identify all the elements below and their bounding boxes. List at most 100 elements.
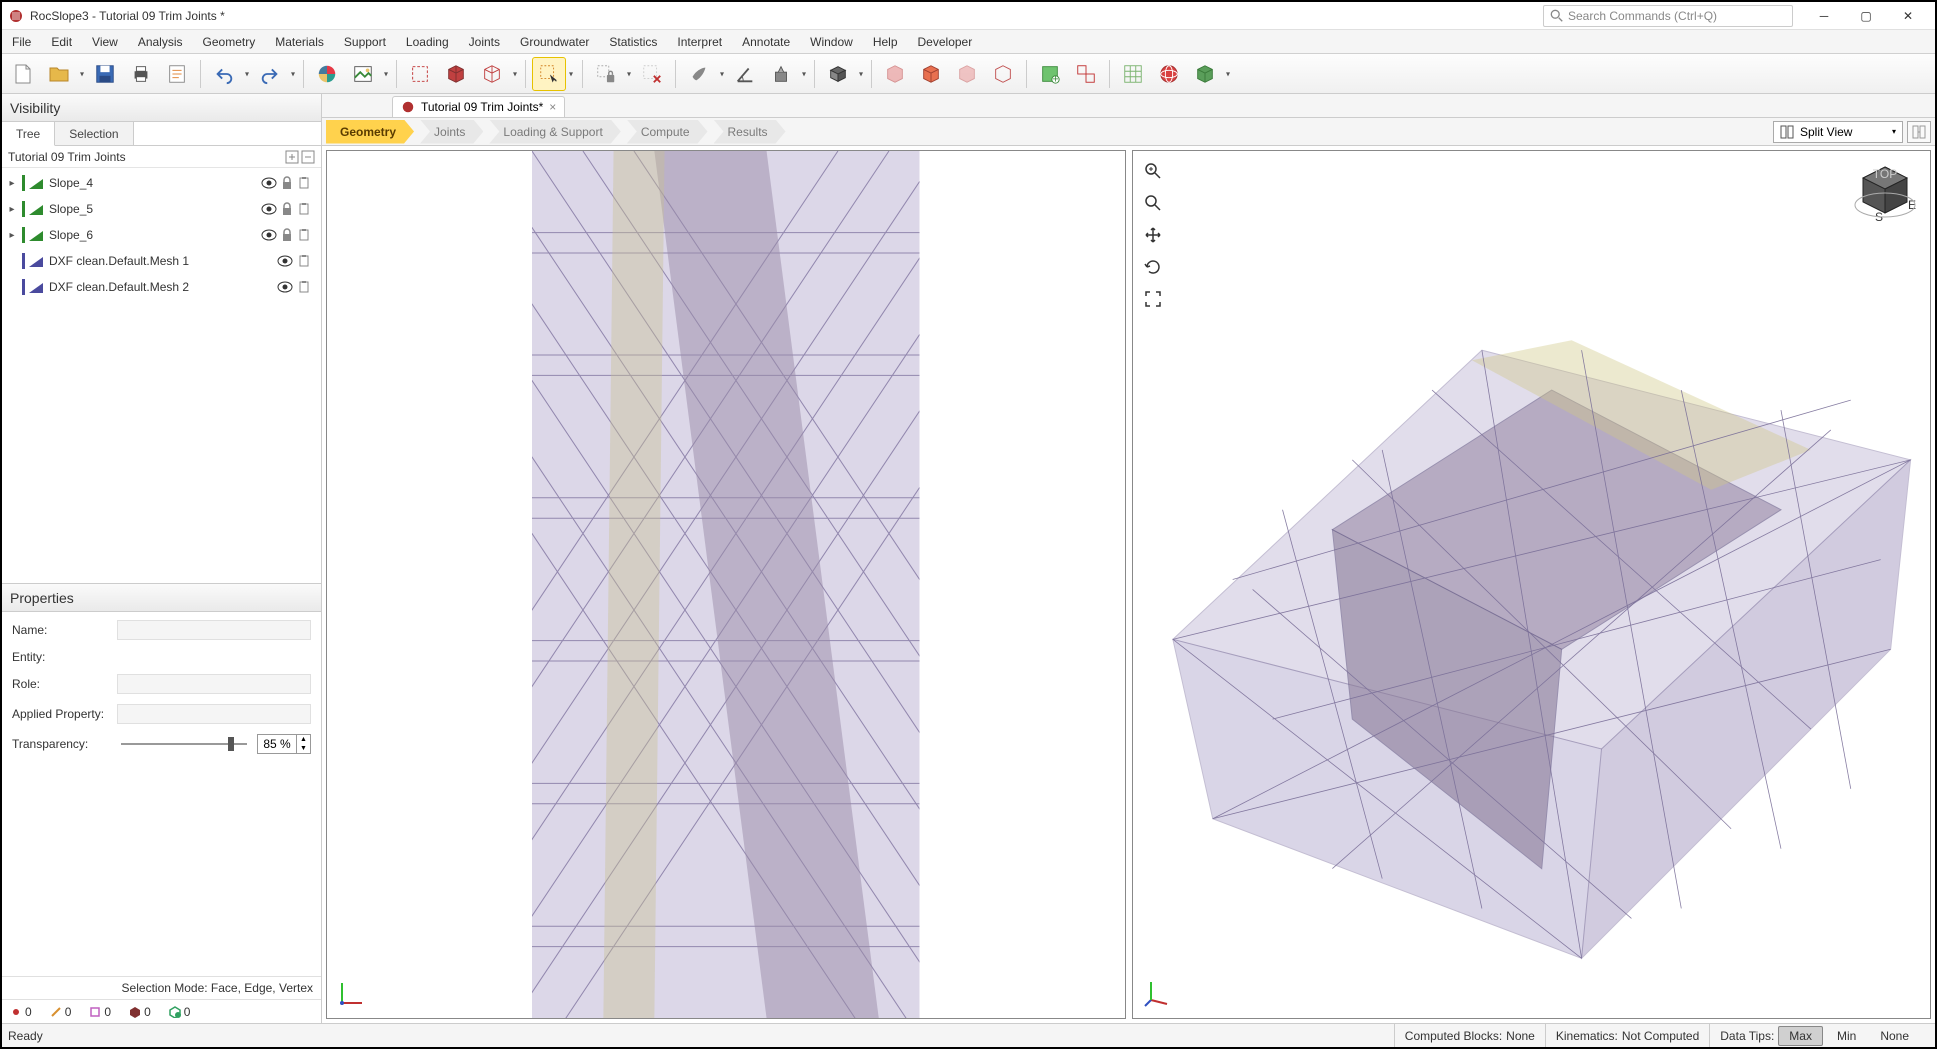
tree-item[interactable]: ▸Slope_4 xyxy=(2,170,321,196)
globe-button[interactable] xyxy=(1152,57,1186,91)
expand-icon[interactable]: ▸ xyxy=(6,178,18,189)
count-chip: 0 xyxy=(89,1005,111,1019)
eye-icon[interactable] xyxy=(277,255,293,267)
tree-item[interactable]: DXF clean.Default.Mesh 1 xyxy=(2,248,321,274)
navigation-cube[interactable]: TOP S E xyxy=(1850,159,1920,229)
viewport-right[interactable]: TOP S E xyxy=(1132,150,1932,1019)
doc-tab-close[interactable]: × xyxy=(549,100,556,114)
eye-icon[interactable] xyxy=(261,177,277,189)
color-wheel-button[interactable] xyxy=(310,57,344,91)
menu-loading[interactable]: Loading xyxy=(396,30,459,53)
undo-button[interactable]: ▾ xyxy=(207,57,241,91)
save-button[interactable] xyxy=(88,57,122,91)
menu-view[interactable]: View xyxy=(82,30,128,53)
block-4-button[interactable] xyxy=(986,57,1020,91)
data-tips-min-button[interactable]: Min xyxy=(1827,1027,1866,1045)
menu-joints[interactable]: Joints xyxy=(459,30,510,53)
tree-item[interactable]: ▸Slope_6 xyxy=(2,222,321,248)
pan-tool[interactable] xyxy=(1141,223,1165,247)
transparency-spinbox[interactable]: 85 % ▲▼ xyxy=(257,734,311,754)
menu-annotate[interactable]: Annotate xyxy=(732,30,800,53)
green-cube-button[interactable]: ▾ xyxy=(1188,57,1222,91)
lock-icon[interactable] xyxy=(281,202,293,216)
window-close-button[interactable]: ✕ xyxy=(1887,5,1929,27)
redo-button[interactable]: ▾ xyxy=(253,57,287,91)
extrude-button[interactable]: ▾ xyxy=(764,57,798,91)
expand-all-icon[interactable] xyxy=(285,150,299,164)
menu-support[interactable]: Support xyxy=(334,30,396,53)
stage-loading-support[interactable]: Loading & Support xyxy=(489,120,620,144)
paint-button[interactable]: ▾ xyxy=(682,57,716,91)
eye-icon[interactable] xyxy=(261,203,277,215)
clipboard-icon[interactable] xyxy=(297,202,311,216)
lock-icon[interactable] xyxy=(281,176,293,190)
lock-icon[interactable] xyxy=(281,228,293,242)
face-tool-button[interactable]: ▾ xyxy=(821,57,855,91)
open-file-button[interactable]: ▾ xyxy=(42,57,76,91)
red-cubes-button[interactable] xyxy=(1069,57,1103,91)
menu-developer[interactable]: Developer xyxy=(908,30,983,53)
menu-statistics[interactable]: Statistics xyxy=(599,30,667,53)
cube-wire-button[interactable]: ▾ xyxy=(475,57,509,91)
menu-groundwater[interactable]: Groundwater xyxy=(510,30,599,53)
menu-file[interactable]: File xyxy=(2,30,41,53)
stage-joints[interactable]: Joints xyxy=(420,120,483,144)
eye-icon[interactable] xyxy=(277,281,293,293)
prop-name-input[interactable] xyxy=(117,620,311,640)
transparency-slider[interactable] xyxy=(121,743,247,745)
link-views-button[interactable] xyxy=(1907,121,1931,143)
green-box-button[interactable]: + xyxy=(1033,57,1067,91)
menu-edit[interactable]: Edit xyxy=(41,30,82,53)
window-minimize-button[interactable]: ─ xyxy=(1803,5,1845,27)
prop-applied-select[interactable] xyxy=(117,704,311,724)
menu-materials[interactable]: Materials xyxy=(265,30,334,53)
angle-button[interactable] xyxy=(728,57,762,91)
menu-geometry[interactable]: Geometry xyxy=(193,30,266,53)
new-file-button[interactable] xyxy=(6,57,40,91)
block-3-button[interactable] xyxy=(950,57,984,91)
lock-selection-button[interactable]: ▾ xyxy=(589,57,623,91)
rotate-tool[interactable] xyxy=(1141,255,1165,279)
view-mode-select[interactable]: Split View ▾ xyxy=(1773,121,1903,143)
stage-results[interactable]: Results xyxy=(714,120,786,144)
search-commands-box[interactable]: Search Commands (Ctrl+Q) xyxy=(1543,5,1793,27)
prop-role-select[interactable] xyxy=(117,674,311,694)
menu-interpret[interactable]: Interpret xyxy=(667,30,732,53)
visibility-tab-tree[interactable]: Tree xyxy=(2,122,55,146)
zoom-tool[interactable] xyxy=(1141,191,1165,215)
image-button[interactable]: ▾ xyxy=(346,57,380,91)
document-tab[interactable]: Tutorial 09 Trim Joints* × xyxy=(392,96,565,117)
select-rect-button[interactable] xyxy=(403,57,437,91)
data-tips-max-button[interactable]: Max xyxy=(1778,1026,1823,1046)
block-2-button[interactable] xyxy=(914,57,948,91)
selection-mode-button[interactable]: ▾ xyxy=(532,57,566,91)
clipboard-icon[interactable] xyxy=(297,176,311,190)
eye-icon[interactable] xyxy=(261,229,277,241)
clipboard-icon[interactable] xyxy=(297,280,311,294)
window-maximize-button[interactable]: ▢ xyxy=(1845,5,1887,27)
data-tips-none-button[interactable]: None xyxy=(1870,1027,1919,1045)
print-button[interactable] xyxy=(124,57,158,91)
expand-icon[interactable]: ▸ xyxy=(6,204,18,215)
clear-selection-button[interactable] xyxy=(635,57,669,91)
visibility-tab-selection[interactable]: Selection xyxy=(55,122,133,145)
stage-geometry[interactable]: Geometry xyxy=(326,120,414,144)
fit-tool[interactable] xyxy=(1141,287,1165,311)
notes-button[interactable] xyxy=(160,57,194,91)
expand-icon[interactable]: ▸ xyxy=(6,230,18,241)
tree-item[interactable]: DXF clean.Default.Mesh 2 xyxy=(2,274,321,300)
menu-window[interactable]: Window xyxy=(800,30,863,53)
block-1-button[interactable] xyxy=(878,57,912,91)
clipboard-icon[interactable] xyxy=(297,254,311,268)
visibility-tree: ▸Slope_4▸Slope_5▸Slope_6DXF clean.Defaul… xyxy=(2,168,321,583)
cube-solid-button[interactable] xyxy=(439,57,473,91)
viewport-left[interactable] xyxy=(326,150,1126,1019)
zoom-in-tool[interactable] xyxy=(1141,159,1165,183)
clipboard-icon[interactable] xyxy=(297,228,311,242)
stage-compute[interactable]: Compute xyxy=(627,120,708,144)
grid-button[interactable] xyxy=(1116,57,1150,91)
tree-item[interactable]: ▸Slope_5 xyxy=(2,196,321,222)
menu-analysis[interactable]: Analysis xyxy=(128,30,193,53)
collapse-all-icon[interactable] xyxy=(301,150,315,164)
menu-help[interactable]: Help xyxy=(863,30,908,53)
